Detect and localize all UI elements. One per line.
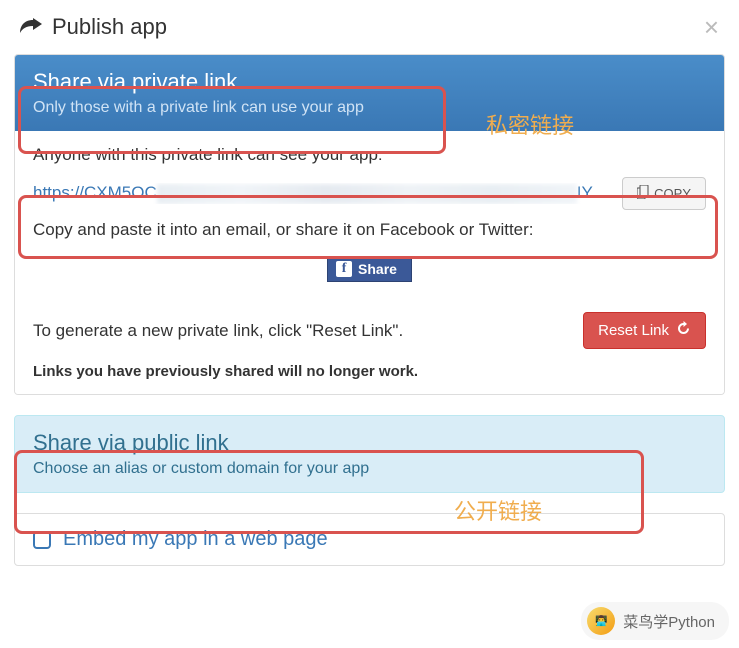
modal-header: Publish app × (0, 0, 739, 54)
modal-title: Publish app (52, 14, 167, 40)
watermark: 👨‍💻 菜鸟学Python (581, 602, 729, 640)
refresh-icon (676, 321, 691, 340)
watermark-avatar-icon: 👨‍💻 (587, 607, 615, 635)
annotation-public-label: 公开链接 (454, 494, 542, 526)
annotation-box-private-heading (18, 86, 446, 154)
annotation-box-public-heading (14, 450, 644, 534)
reset-button-label: Reset Link (598, 322, 669, 339)
annotation-private-label: 私密链接 (486, 108, 574, 140)
facebook-share-button[interactable]: f Share (327, 256, 412, 282)
publish-app-modal: Publish app × Share via private link Onl… (0, 0, 739, 648)
facebook-icon: f (336, 261, 352, 277)
annotation-box-link-row (18, 195, 718, 259)
reset-instruction: To generate a new private link, click "R… (33, 321, 403, 341)
fb-share-label: Share (358, 261, 397, 277)
reset-row: To generate a new private link, click "R… (33, 312, 706, 349)
close-button[interactable]: × (704, 14, 719, 40)
fb-share-row: f Share (33, 256, 706, 282)
private-panel-body: Anyone with this private link can see yo… (15, 131, 724, 394)
reset-warning: Links you have previously shared will no… (33, 363, 706, 380)
reset-link-button[interactable]: Reset Link (583, 312, 706, 349)
watermark-text: 菜鸟学Python (623, 611, 715, 632)
modal-title-wrap: Publish app (20, 14, 167, 40)
share-arrow-icon (20, 15, 42, 39)
